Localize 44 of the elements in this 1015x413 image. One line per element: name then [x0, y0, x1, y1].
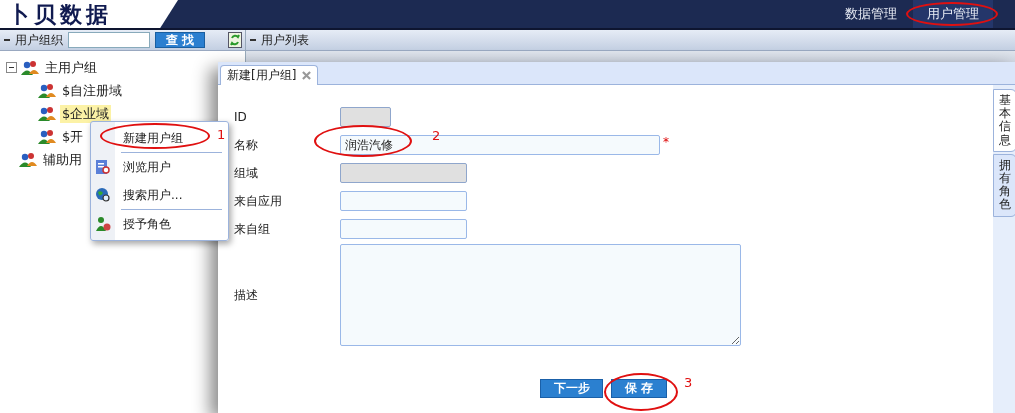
field-label: 来自应用	[234, 192, 283, 210]
tree-item[interactable]: 主用户组	[43, 58, 99, 77]
document-search-icon	[95, 159, 111, 175]
user-icon	[95, 216, 111, 232]
field-label: 来自组	[234, 220, 271, 238]
panel-title: 用户组织	[15, 31, 63, 49]
users-icon	[38, 82, 56, 99]
logo: 卜贝数据	[0, 0, 178, 28]
field-label: 名称	[234, 136, 259, 154]
users-icon	[38, 128, 56, 145]
required-mark: *	[663, 135, 669, 149]
side-tab[interactable]: 拥有角色	[993, 153, 1015, 217]
dialog-tab[interactable]: 新建[用户组]	[220, 65, 319, 85]
annotation-number: 1	[217, 127, 226, 142]
menu-item[interactable]: 搜索用户...	[115, 186, 183, 204]
tree-item[interactable]: 辅助用	[41, 150, 84, 169]
field-label: 描述	[234, 286, 259, 304]
users-icon	[38, 105, 56, 122]
collapse-icon[interactable]	[6, 62, 17, 73]
menu-item[interactable]: 浏览用户	[115, 158, 171, 176]
tree-item[interactable]: $开	[60, 127, 86, 146]
users-icon	[21, 59, 39, 76]
nav-link[interactable]: 数据管理	[829, 0, 913, 28]
globe-search-icon	[95, 187, 111, 203]
input-field[interactable]	[340, 191, 467, 211]
input-field[interactable]	[340, 219, 467, 239]
side-tab[interactable]: 基本信息	[993, 89, 1015, 152]
field-label: ID	[234, 110, 248, 124]
panel-title: 用户列表	[261, 31, 309, 49]
save-button[interactable]: 保 存	[611, 379, 667, 398]
input-field[interactable]	[340, 244, 741, 346]
users-icon	[19, 151, 37, 168]
menu-item[interactable]: 授予角色	[115, 215, 171, 233]
menu-item[interactable]: 新建用户组	[115, 129, 183, 147]
nav-link[interactable]: 用户管理	[913, 0, 993, 28]
search-field[interactable]	[68, 32, 150, 48]
tree-item[interactable]: $自注册域	[60, 81, 125, 100]
tree-item[interactable]: $企业域	[60, 104, 112, 123]
next-button[interactable]: 下一步	[540, 379, 603, 398]
field-label: 组域	[234, 164, 259, 182]
search-button[interactable]: 查 找	[155, 32, 206, 48]
annotation-number: 3	[684, 375, 693, 390]
refresh-icon[interactable]	[228, 32, 242, 48]
close-icon[interactable]	[302, 71, 312, 80]
